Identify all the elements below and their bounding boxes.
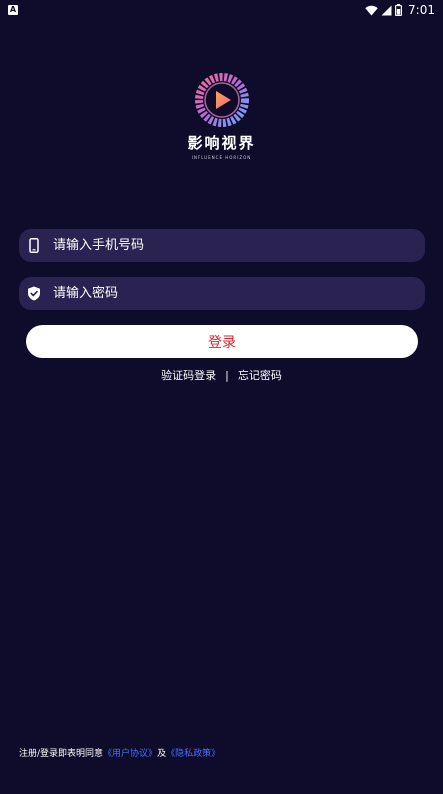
forgot-password-link[interactable]: 忘记密码	[238, 367, 282, 383]
link-separator: |	[225, 368, 229, 382]
phone-icon	[27, 238, 41, 254]
status-bar: A 7:01	[0, 0, 443, 20]
status-time: 7:01	[408, 3, 435, 17]
status-right: 7:01	[365, 3, 435, 17]
wifi-icon	[365, 5, 378, 15]
sms-login-link[interactable]: 验证码登录	[161, 367, 216, 383]
phone-input[interactable]	[53, 229, 425, 262]
privacy-policy-link[interactable]: 《隐私政策》	[166, 749, 220, 759]
agreement-prefix: 注册/登录即表明同意	[19, 749, 104, 759]
notification-icon: A	[8, 5, 18, 15]
agreement-notice: 注册/登录即表明同意《用户协议》及《隐私政策》	[19, 746, 220, 759]
logo-mark-icon	[194, 73, 249, 127]
logo-title: 影响视界	[187, 134, 256, 152]
phone-field[interactable]	[19, 229, 425, 262]
app-logo: 影响视界 INFLUENCE HORIZON	[0, 72, 443, 160]
auth-links: 验证码登录 | 忘记密码	[0, 367, 443, 383]
password-field[interactable]	[19, 277, 425, 310]
shield-icon	[27, 286, 41, 302]
status-left: A	[8, 5, 18, 15]
signal-icon	[381, 5, 392, 15]
battery-icon	[395, 4, 403, 16]
agreement-conjunction: 及	[157, 749, 167, 759]
logo-subtitle: INFLUENCE HORIZON	[191, 155, 252, 160]
password-input[interactable]	[53, 277, 425, 310]
user-agreement-link[interactable]: 《用户协议》	[103, 749, 157, 759]
login-button[interactable]: 登录	[26, 325, 418, 358]
